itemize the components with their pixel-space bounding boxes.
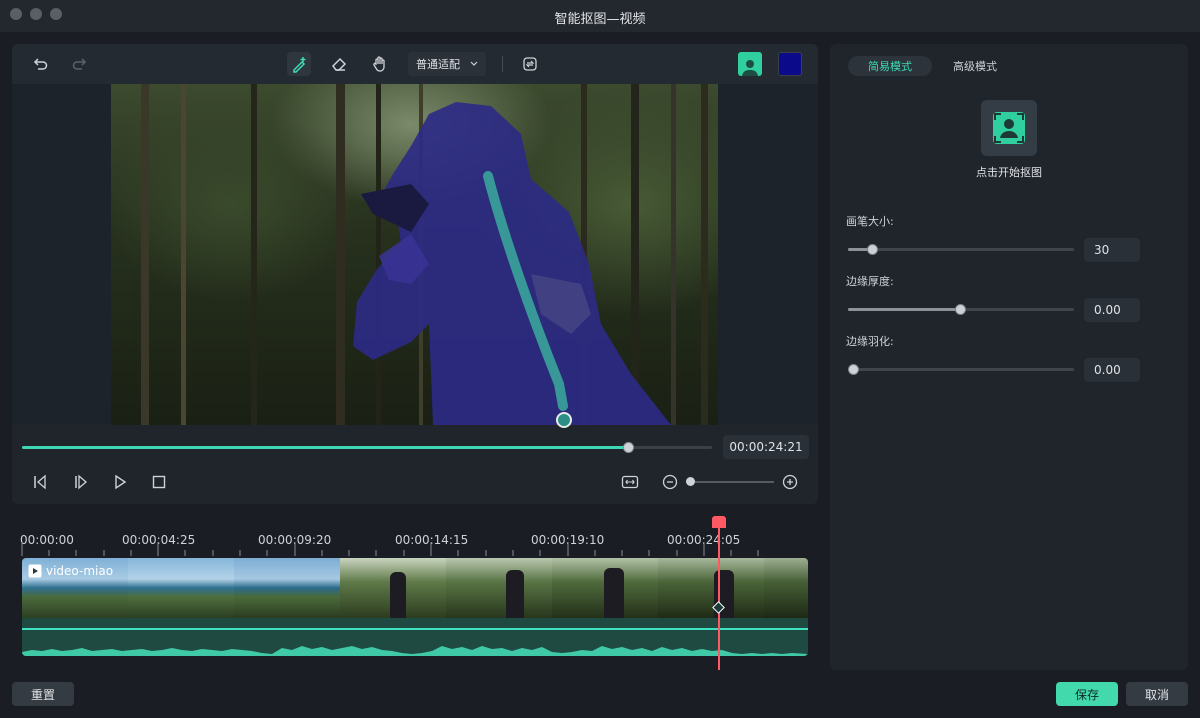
playhead[interactable] — [718, 516, 720, 670]
fit-width-icon — [621, 475, 639, 489]
video-clip[interactable]: video-miao — [22, 558, 808, 618]
reset-button[interactable]: 重置 — [12, 682, 74, 706]
progress-fill — [22, 446, 629, 449]
brush-size-slider-handle[interactable] — [867, 244, 878, 255]
redo-button[interactable] — [68, 52, 92, 76]
edge-thickness-label: 边缘厚度: — [846, 275, 894, 288]
fit-width-button[interactable] — [620, 472, 640, 492]
settings-panel: 简易模式 高级模式 点击开始抠图 画笔大小: 30 边缘厚度: 0.00 边缘羽… — [830, 44, 1188, 670]
zoom-slider-handle[interactable] — [686, 477, 695, 486]
chevron-down-icon — [470, 61, 478, 66]
hand-tool-button[interactable] — [368, 52, 392, 76]
brush-cursor — [556, 412, 572, 428]
zoom-out-icon — [662, 474, 678, 490]
eraser-button[interactable] — [327, 52, 351, 76]
progress-handle[interactable] — [623, 442, 634, 453]
zoom-out-button[interactable] — [660, 472, 680, 492]
save-button[interactable]: 保存 — [1056, 682, 1118, 706]
edge-thickness-value[interactable]: 0.00 — [1084, 298, 1140, 322]
preview-panel: 普通适配 00:00:24:21 — [12, 44, 818, 504]
mask-color-swatch[interactable] — [778, 52, 802, 76]
portrait-cutout-icon — [993, 112, 1025, 144]
window-title: 智能抠图—视频 — [554, 12, 646, 27]
audio-waveform — [22, 646, 808, 656]
edge-feather-value[interactable]: 0.00 — [1084, 358, 1140, 382]
toolbar-divider — [502, 56, 503, 72]
hand-icon — [373, 56, 385, 72]
eraser-icon — [332, 57, 347, 71]
previous-frame-button[interactable] — [30, 472, 50, 492]
edge-feather-slider[interactable] — [848, 364, 1074, 375]
timeline-ruler-ticks — [21, 542, 759, 556]
masked-person-overlay — [353, 102, 671, 425]
audio-waveform-track[interactable] — [22, 618, 808, 656]
brush-add-button[interactable] — [287, 52, 311, 76]
edge-thickness-slider[interactable] — [848, 304, 1074, 315]
current-timecode: 00:00:24:21 — [723, 435, 809, 459]
clip-thumbnail — [234, 558, 340, 618]
start-cutout-label: 点击开始抠图 — [976, 166, 1042, 179]
stop-button[interactable] — [149, 472, 169, 492]
swap-button[interactable] — [518, 52, 542, 76]
video-clip-icon — [28, 564, 42, 578]
undo-icon — [33, 58, 48, 70]
next-frame-button[interactable] — [71, 472, 91, 492]
zoom-in-icon — [782, 474, 798, 490]
preview-toolbar: 普通适配 — [12, 44, 818, 84]
redo-icon — [72, 58, 87, 70]
person-preview-button[interactable] — [738, 52, 762, 76]
fit-mode-label: 普通适配 — [416, 58, 460, 71]
edge-feather-slider-handle[interactable] — [848, 364, 859, 375]
zoom-in-button[interactable] — [780, 472, 800, 492]
clip-name-label: video-miao — [46, 564, 114, 578]
swap-icon — [523, 57, 537, 71]
edge-thickness-slider-fill — [848, 308, 961, 311]
video-preview[interactable] — [111, 84, 718, 425]
brush-size-label: 画笔大小: — [846, 215, 894, 228]
clip-thumbnail — [128, 558, 234, 618]
cancel-button[interactable]: 取消 — [1126, 682, 1188, 706]
start-cutout-button[interactable] — [981, 100, 1037, 156]
brush-size-slider[interactable] — [848, 244, 1074, 255]
audio-volume-line — [22, 628, 808, 630]
timeline[interactable]: 00:00:00 00:00:04:25 00:00:09:20 00:00:1… — [12, 516, 818, 672]
clip-thumbnail — [658, 558, 764, 618]
tab-advanced-mode[interactable]: 高级模式 — [942, 56, 1008, 76]
step-back-icon — [34, 474, 46, 490]
stop-icon — [152, 475, 166, 489]
clip-thumbnail — [552, 558, 658, 618]
clip-thumbnail — [764, 558, 808, 618]
clip-thumbnail — [446, 558, 552, 618]
brush-add-icon — [293, 57, 306, 73]
play-icon — [115, 474, 127, 490]
zoom-slider[interactable] — [686, 481, 774, 483]
tab-simple-mode[interactable]: 简易模式 — [848, 56, 932, 76]
undo-button[interactable] — [28, 52, 52, 76]
playback-progress-bar[interactable] — [22, 442, 712, 453]
smart-cutout-window: 智能抠图—视频 普通适配 00:00:24:21 简易模式 高级模式 点击开始抠… — [0, 0, 1200, 718]
person-icon — [742, 60, 758, 76]
step-forward-icon — [75, 474, 87, 490]
brush-size-value[interactable]: 30 — [1084, 238, 1140, 262]
title-bar: 智能抠图—视频 — [0, 0, 1200, 32]
edge-feather-label: 边缘羽化: — [846, 335, 894, 348]
fit-mode-select[interactable]: 普通适配 — [408, 52, 486, 76]
play-button[interactable] — [110, 472, 130, 492]
edge-thickness-slider-handle[interactable] — [955, 304, 966, 315]
clip-thumbnail — [340, 558, 446, 618]
clip-name: video-miao — [28, 564, 113, 578]
